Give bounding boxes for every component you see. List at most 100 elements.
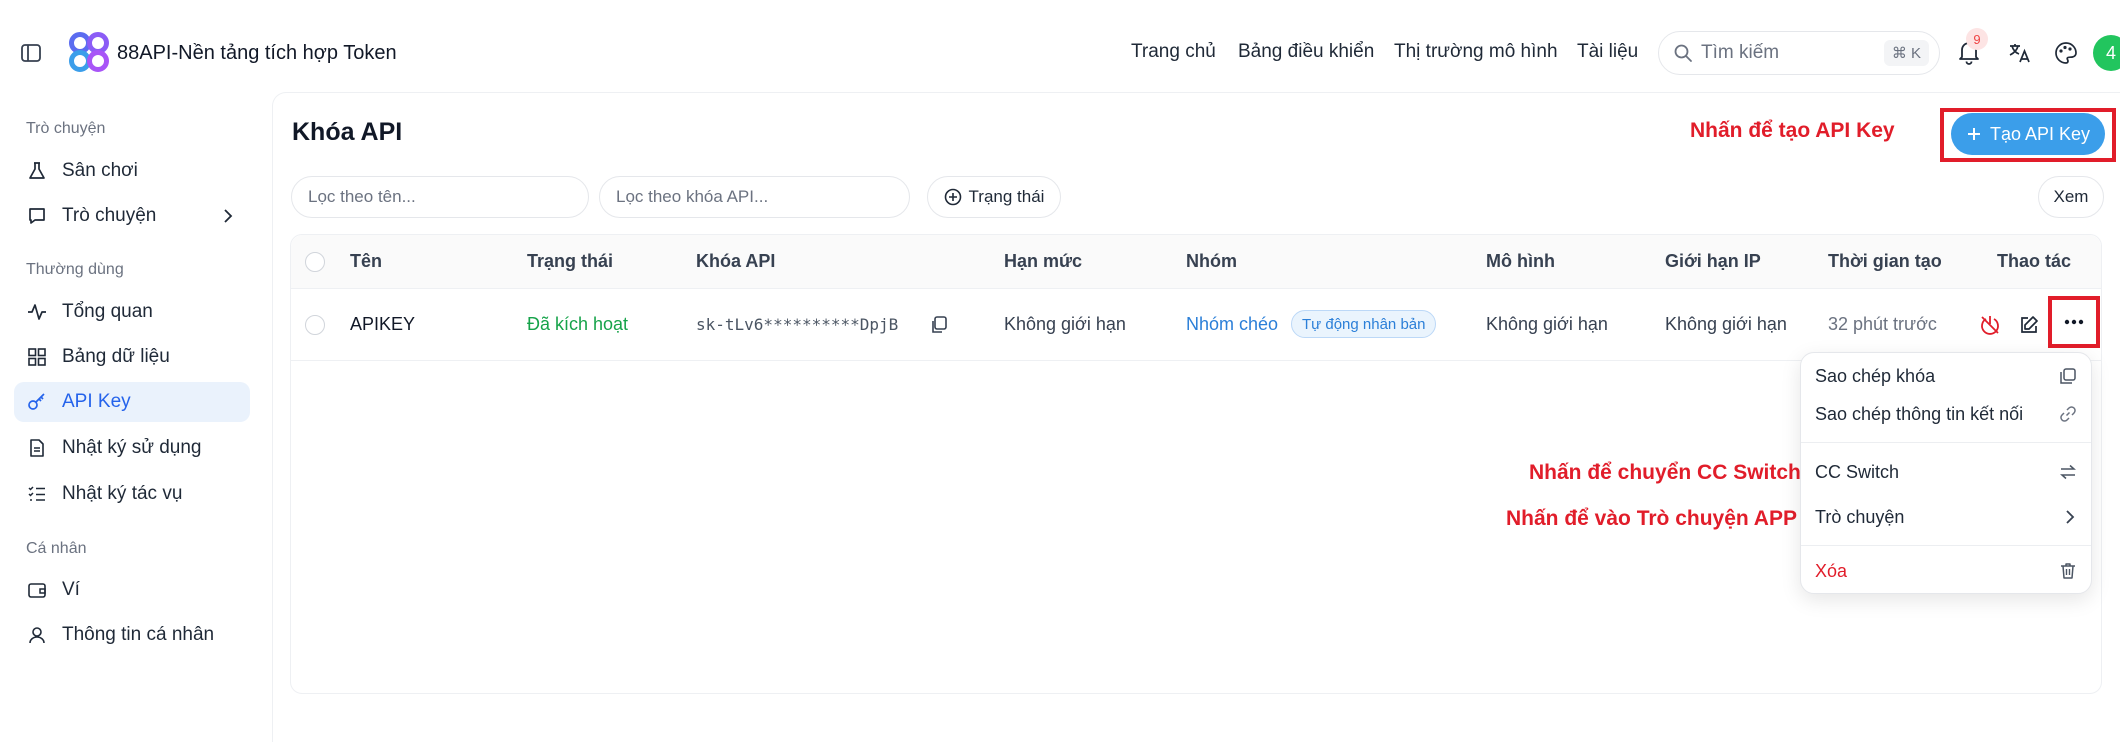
logo-icon[interactable] <box>68 32 110 72</box>
column-header-model[interactable]: Mô hình <box>1486 251 1555 272</box>
filter-name-input[interactable]: Lọc theo tên... <box>291 176 589 218</box>
edit-icon[interactable] <box>2018 314 2040 336</box>
group-tag: Tự động nhân bản <box>1291 310 1437 338</box>
column-header-ip-limit[interactable]: Giới hạn IP <box>1665 251 1761 272</box>
row-api-key: sk-tLv6**********DpjB <box>696 315 899 334</box>
activity-icon <box>26 301 48 323</box>
menu-item-label: CC Switch <box>1815 461 1900 482</box>
page-title: Khóa API <box>292 118 403 146</box>
copy-icon[interactable] <box>930 315 948 335</box>
plus-icon <box>1966 126 1982 142</box>
annotation-cc-switch: Nhấn để chuyển CC Switch <box>1529 461 1801 484</box>
sidebar-item-label: Tổng quan <box>62 301 153 322</box>
column-header-created[interactable]: Thời gian tạo <box>1828 251 1942 272</box>
menu-divider <box>1801 442 2091 443</box>
filter-key-input[interactable]: Lọc theo khóa API... <box>599 176 910 218</box>
sidebar-item-chat[interactable]: Trò chuyện <box>14 196 250 236</box>
nav-dashboard[interactable]: Bảng điều khiển <box>1238 41 1374 63</box>
view-button[interactable]: Xem <box>2038 176 2104 218</box>
sidebar-item-playground[interactable]: Sân chơi <box>14 151 250 191</box>
chat-icon <box>26 205 48 227</box>
status-filter-label: Trạng thái <box>968 187 1045 206</box>
row-model: Không giới hạn <box>1486 314 1608 334</box>
nav-docs[interactable]: Tài liệu <box>1577 41 1638 63</box>
menu-item-cc-switch[interactable]: CC Switch <box>1801 453 2091 491</box>
chevron-right-icon <box>220 207 236 225</box>
more-icon[interactable] <box>2062 313 2086 331</box>
menu-item-label: Xóa <box>1815 560 1848 581</box>
search-shortcut: ⌘ K <box>1883 40 1929 66</box>
row-created: 32 phút trước <box>1828 314 1937 334</box>
sidebar-item-label: Ví <box>62 579 80 600</box>
sidebar-item-label: API Key <box>62 391 131 412</box>
menu-item-label: Trò chuyện <box>1815 506 1905 527</box>
column-header-group[interactable]: Nhóm <box>1186 251 1237 272</box>
swap-icon <box>2059 463 2077 481</box>
sidebar-item-label: Bảng dữ liệu <box>62 346 170 367</box>
trash-icon <box>2059 562 2077 580</box>
actions-menu: Sao chép khóa Sao chép thông tin kết nối… <box>1800 352 2092 594</box>
sidebar-item-data-table[interactable]: Bảng dữ liệu <box>14 337 250 377</box>
column-header-key[interactable]: Khóa API <box>696 251 775 272</box>
copy-icon <box>2059 367 2077 385</box>
column-header-quota[interactable]: Hạn mức <box>1004 251 1082 272</box>
menu-item-delete[interactable]: Xóa <box>1801 552 2091 590</box>
column-header-name[interactable]: Tên <box>350 251 382 272</box>
create-api-key-label: Tạo API Key <box>1989 123 2091 144</box>
sidebar-item-label: Thông tin cá nhân <box>62 624 215 645</box>
sidebar-item-label: Sân chơi <box>62 160 138 181</box>
app-title[interactable]: 88API-Nền tảng tích hợp Token <box>117 42 397 65</box>
create-api-key-button[interactable]: Tạo API Key <box>1951 113 2105 155</box>
row-group: Nhóm chéo <box>1186 314 1279 334</box>
nav-model-market[interactable]: Thị trường mô hình <box>1394 41 1558 63</box>
section-label-chat: Trò chuyện <box>26 120 106 137</box>
sidebar-item-label: Nhật ký tác vụ <box>62 483 183 504</box>
sidebar-item-overview[interactable]: Tổng quan <box>14 292 250 332</box>
wallet-icon <box>26 579 48 601</box>
section-label-frequent: Thường dùng <box>26 261 124 278</box>
sidebar-item-label: Nhật ký sử dụng <box>62 437 202 458</box>
menu-item-label: Sao chép thông tin kết nối <box>1815 403 2024 424</box>
row-status: Đã kích hoạt <box>527 314 629 334</box>
table-row[interactable]: APIKEY Đã kích hoạt sk-tLv6**********Dpj… <box>291 289 2101 361</box>
notification-badge: 9 <box>1966 28 1988 50</box>
select-all-checkbox[interactable] <box>305 252 325 272</box>
top-bar: 88API-Nền tảng tích hợp Token Trang chủ … <box>0 0 2120 90</box>
menu-item-copy-key[interactable]: Sao chép khóa <box>1801 357 2091 395</box>
sidebar-item-label: Trò chuyện <box>62 205 157 226</box>
sidebar-item-api-key[interactable]: API Key <box>14 382 250 422</box>
menu-divider <box>1801 545 2091 546</box>
document-icon <box>26 437 48 459</box>
section-label-personal: Cá nhân <box>26 540 87 557</box>
row-name: APIKEY <box>350 314 416 334</box>
flask-icon <box>26 160 48 182</box>
sidebar-item-task-log[interactable]: Nhật ký tác vụ <box>14 474 250 514</box>
search-input[interactable]: Tìm kiếm ⌘ K <box>1658 31 1940 75</box>
sidebar-item-wallet[interactable]: Ví <box>14 570 250 610</box>
column-header-actions: Thao tác <box>1997 251 2072 271</box>
filter-key-placeholder: Lọc theo khóa API... <box>616 187 769 206</box>
plus-circle-icon <box>944 188 962 206</box>
translate-icon[interactable] <box>2007 40 2033 66</box>
menu-item-chat[interactable]: Trò chuyện <box>1801 498 2091 536</box>
column-header-status[interactable]: Trạng thái <box>527 251 613 272</box>
nav-home[interactable]: Trang chủ <box>1131 41 1216 63</box>
sidebar-item-usage-log[interactable]: Nhật ký sử dụng <box>14 428 250 468</box>
palette-icon[interactable] <box>2053 40 2079 66</box>
sidebar-item-profile[interactable]: Thông tin cá nhân <box>14 615 250 655</box>
chevron-right-icon <box>2063 508 2077 526</box>
key-icon <box>26 391 48 413</box>
view-label: Xem <box>2053 187 2089 206</box>
status-filter-button[interactable]: Trạng thái <box>927 176 1061 218</box>
row-quota: Không giới hạn <box>1004 314 1126 334</box>
user-icon <box>26 624 48 646</box>
annotation-chat-app: Nhấn để vào Trò chuyện APP <box>1506 507 1797 530</box>
menu-item-label: Sao chép khóa <box>1815 365 1936 386</box>
filter-name-placeholder: Lọc theo tên... <box>308 187 416 206</box>
sidebar-toggle-icon[interactable] <box>20 42 42 64</box>
avatar[interactable]: 4 <box>2093 35 2120 71</box>
disable-icon[interactable] <box>1979 314 2001 336</box>
row-checkbox[interactable] <box>305 315 325 335</box>
annotation-create: Nhấn để tạo API Key <box>1690 119 1895 142</box>
menu-item-copy-connection[interactable]: Sao chép thông tin kết nối <box>1801 395 2091 433</box>
